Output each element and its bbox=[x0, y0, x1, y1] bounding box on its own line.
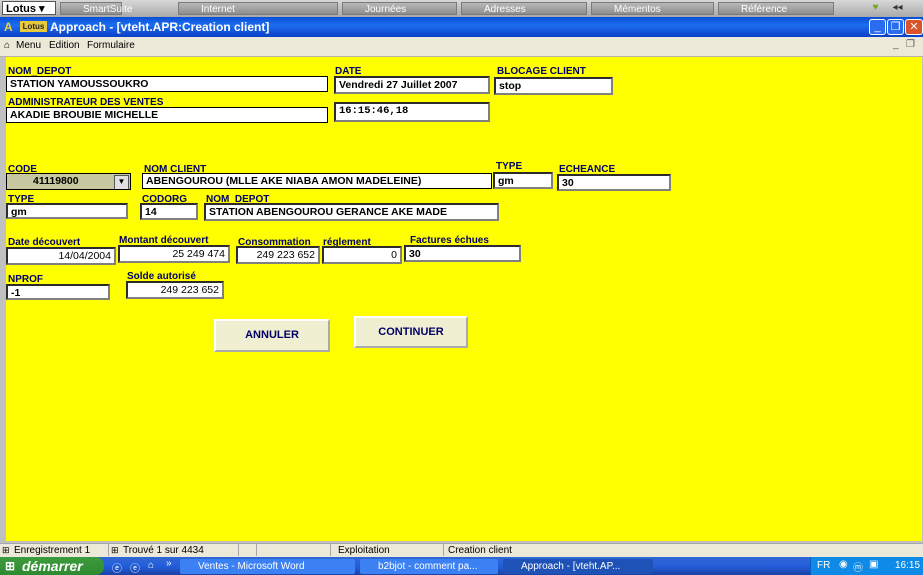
menu-item-edition[interactable]: Edition bbox=[49, 40, 80, 51]
task-b2bjot[interactable]: b2bjot - comment pa... bbox=[360, 559, 498, 574]
smartsuite-tab[interactable]: SmartSuite bbox=[60, 2, 132, 15]
adresses-tab[interactable]: Adresses bbox=[461, 2, 587, 15]
found-indicator: Trouvé 1 sur 4434 bbox=[123, 545, 204, 556]
solde-autorise-field[interactable]: 249 223 652 bbox=[126, 281, 224, 299]
lotus-menu-button[interactable]: Lotus ▾ bbox=[2, 1, 56, 15]
smartsuite-bar: Lotus ▾ SmartSuite ◎ Internet Journées A… bbox=[0, 0, 923, 18]
code-value: 41119800 bbox=[33, 175, 79, 187]
heart-icon: ♥ bbox=[872, 2, 879, 13]
smartsuite-logo: Lotus bbox=[20, 21, 47, 32]
administrateur-field[interactable]: AKADIE BROUBIE MICHELLE bbox=[6, 107, 328, 123]
code-dropdown[interactable]: 41119800 ▼ bbox=[6, 173, 131, 190]
annuler-button[interactable]: ANNULER bbox=[214, 319, 330, 352]
divider bbox=[330, 544, 331, 556]
language-indicator[interactable]: FR bbox=[817, 560, 830, 571]
window-title: Approach - [vteht.APR:Creation client] bbox=[50, 20, 270, 34]
chevron-down-icon[interactable]: ▼ bbox=[114, 175, 129, 189]
nom-depot2-field[interactable]: STATION ABENGOUROU GERANCE AKE MADE bbox=[204, 203, 499, 221]
tray-app-icon[interactable]: ⓜ bbox=[853, 559, 863, 574]
mode-indicator: Exploitation bbox=[338, 545, 390, 556]
internet-tab[interactable]: Internet bbox=[178, 2, 338, 15]
home-icon[interactable]: ⌂ bbox=[4, 40, 10, 51]
menu-item-formulaire[interactable]: Formulaire bbox=[87, 40, 135, 51]
clock: 16:15 bbox=[895, 560, 921, 571]
time-field[interactable]: 16:15:46,18 bbox=[334, 102, 490, 122]
echeance-field[interactable]: 30 bbox=[557, 174, 671, 191]
task-approach[interactable]: Approach - [vteht.AP... bbox=[503, 559, 653, 574]
mementos-tab[interactable]: Mémentos bbox=[591, 2, 714, 15]
blocage-client-field[interactable]: stop bbox=[494, 77, 613, 95]
montant-decouvert-field[interactable]: 25 249 474 bbox=[118, 245, 230, 263]
divider bbox=[108, 544, 109, 556]
consommation-field[interactable]: 249 223 652 bbox=[236, 246, 320, 264]
system-tray: FR ◉ ⓜ ▣ 16:15 bbox=[810, 557, 923, 575]
found-icon[interactable]: ⊞ bbox=[111, 545, 119, 556]
approach-app-icon: A bbox=[4, 20, 13, 34]
tray-network-icon[interactable]: ◉ bbox=[839, 559, 848, 570]
child-restore-button[interactable]: ❐ bbox=[906, 39, 915, 50]
nom-depot-field[interactable]: STATION YAMOUSSOUKRO bbox=[6, 76, 328, 92]
codorg-field[interactable]: 14 bbox=[140, 203, 198, 220]
arrow-left-icon[interactable]: ◂◂ bbox=[890, 2, 905, 14]
date-decouvert-field[interactable]: 14/04/2004 bbox=[6, 247, 116, 265]
minimize-button[interactable]: _ bbox=[869, 19, 886, 35]
blocage-client-label: BLOCAGE CLIENT bbox=[497, 66, 586, 77]
divider bbox=[256, 544, 257, 556]
quicklaunch-browser-icon[interactable]: ⓔ bbox=[130, 560, 140, 575]
continuer-button[interactable]: CONTINUER bbox=[354, 316, 468, 348]
type2-field[interactable]: gm bbox=[6, 203, 128, 219]
window-title-bar: A Lotus Approach - [vteht.APR:Creation c… bbox=[0, 17, 923, 37]
status-bar: ⊞ Enregistrement 1 ⊞ Trouvé 1 sur 4434 E… bbox=[0, 543, 923, 557]
start-button[interactable]: ⊞ démarrer bbox=[0, 557, 104, 575]
task-word[interactable]: Ventes - Microsoft Word bbox=[180, 559, 355, 574]
nom-client-field[interactable]: ABENGOUROU (MLLE AKE NIABA AMON MADELEIN… bbox=[142, 173, 492, 189]
view-indicator: Creation client bbox=[448, 545, 512, 556]
factures-echues-field[interactable]: 30 bbox=[404, 245, 521, 262]
tray-display-icon[interactable]: ▣ bbox=[869, 559, 878, 570]
menu-bar: ⌂ Menu Edition Formulaire _ ❐ bbox=[0, 37, 923, 57]
quicklaunch-more-icon[interactable]: » bbox=[166, 558, 172, 569]
maximize-button[interactable]: ❐ bbox=[887, 19, 904, 35]
windows-taskbar: ⊞ démarrer ⓔ ⓔ ⌂ » Ventes - Microsoft Wo… bbox=[0, 557, 923, 575]
type-label: TYPE bbox=[496, 161, 523, 172]
record-icon[interactable]: ⊞ bbox=[2, 545, 10, 556]
nprof-field[interactable]: -1 bbox=[6, 284, 110, 300]
divider bbox=[443, 544, 444, 556]
date-field[interactable]: Vendredi 27 Juillet 2007 bbox=[334, 76, 490, 94]
menu-item-menu[interactable]: Menu bbox=[16, 40, 41, 51]
divider bbox=[238, 544, 239, 556]
type-field[interactable]: gm bbox=[493, 172, 553, 189]
journees-tab[interactable]: Journées bbox=[342, 2, 457, 15]
reference-tab[interactable]: Référence bbox=[718, 2, 834, 15]
quicklaunch-ie-icon[interactable]: ⓔ bbox=[112, 560, 122, 575]
close-button[interactable]: ✕ bbox=[905, 19, 923, 35]
windows-logo-icon: ⊞ bbox=[5, 559, 16, 573]
record-indicator: Enregistrement 1 bbox=[14, 545, 91, 556]
creation-client-form: NOM_DEPOT STATION YAMOUSSOUKRO DATE Vend… bbox=[6, 57, 922, 541]
quicklaunch-app-icon[interactable]: ⌂ bbox=[148, 560, 154, 571]
child-minimize-button[interactable]: _ bbox=[893, 39, 899, 50]
reglement-field[interactable]: 0 bbox=[322, 246, 402, 264]
